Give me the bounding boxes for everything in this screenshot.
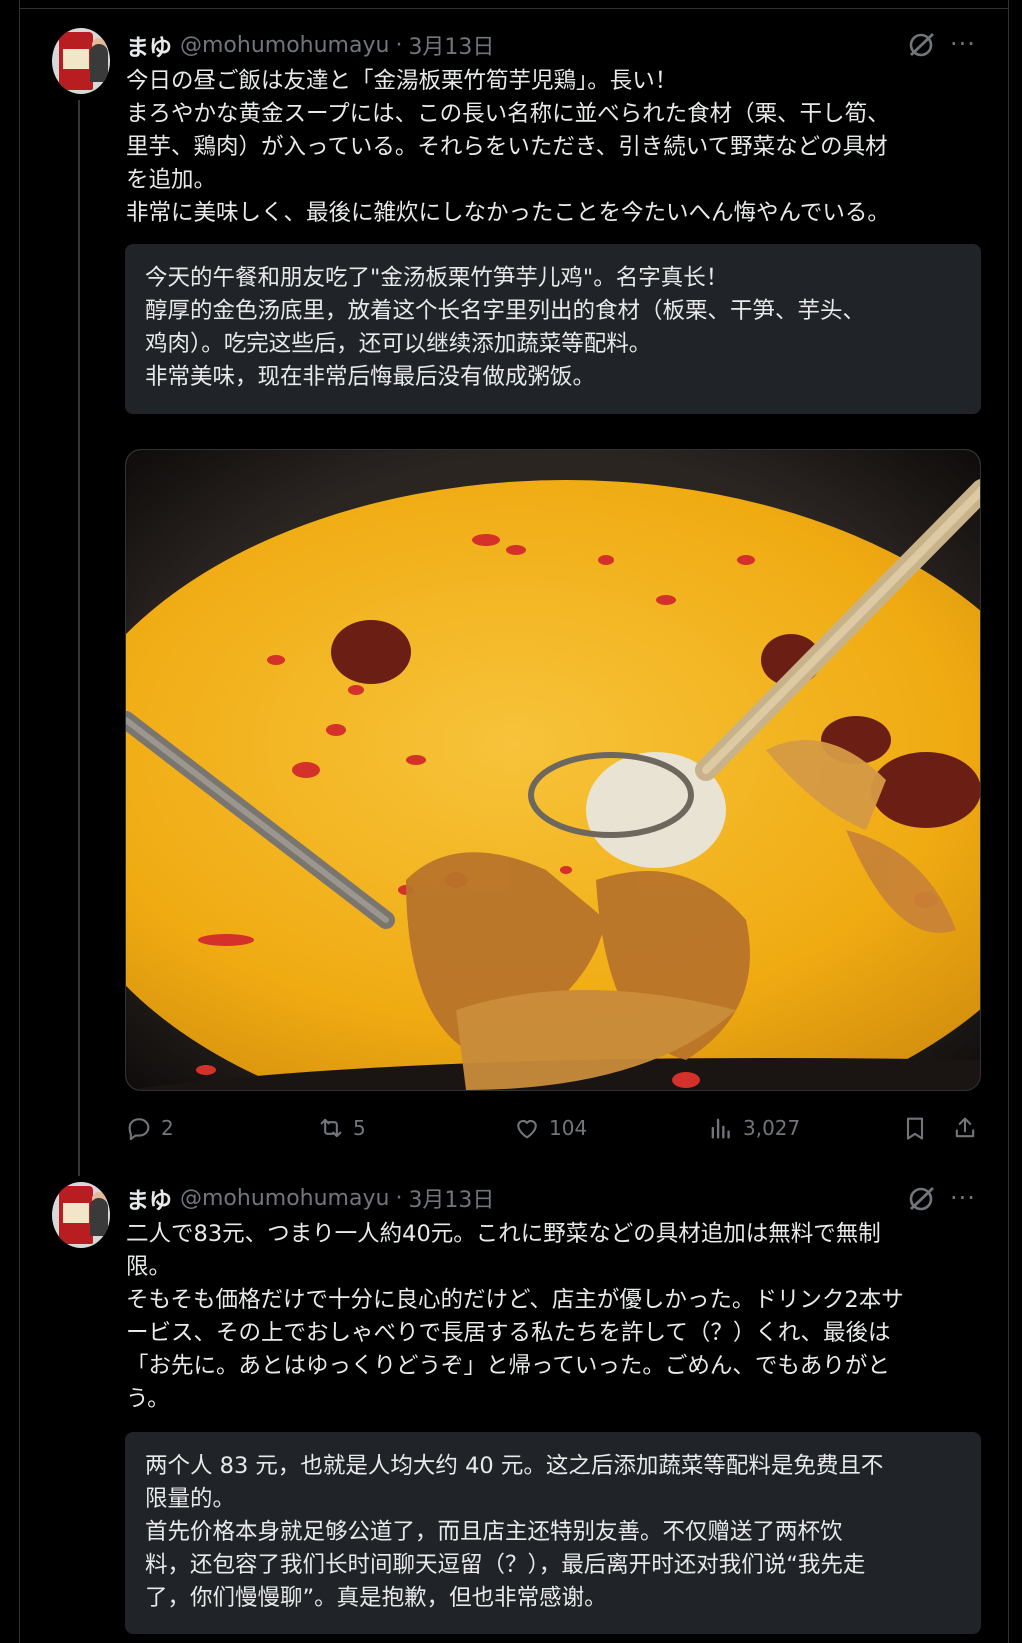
views-button[interactable]: 3,027 [707,1110,800,1146]
separator-dot: · [395,32,403,58]
post-date[interactable]: 3月13日 [408,29,494,61]
repost-button[interactable]: 5 [317,1110,366,1146]
golden-soup-hotpot-photo-icon [126,450,980,1090]
translation-box: 两个人 83 元，也就是人均大约 40 元。这之后添加蔬菜等配料是免费且不 限量… [125,1432,981,1634]
author-handle[interactable]: @mohumohumayu [180,1186,389,1211]
reply-icon [128,1118,150,1141]
author-handle[interactable]: @mohumohumayu [180,33,389,58]
reply-count: 2 [161,1116,174,1140]
author-name[interactable]: まゆ [126,28,172,62]
post-header: まゆ @mohumohumayu · 3月13日 [126,1181,494,1215]
post-text: 二人で83元、つまり一人約40元。これに野菜などの具材追加は無料で無制 限。 そ… [126,1221,904,1412]
heart-icon [517,1119,537,1139]
author-name[interactable]: まゆ [126,1181,172,1215]
separator-dot: · [395,1185,403,1211]
post-text: 今日の昼ご飯は友達と「金湯板栗竹筍芋児鶏」。長い！ まろやかな黄金スープには、こ… [126,68,890,226]
divider [19,8,1009,9]
thread-connector-line [78,100,80,1176]
post-image[interactable] [125,449,981,1091]
bookmark-icon [906,1117,924,1140]
more-options-icon[interactable]: ··· [950,1186,976,1210]
bookmark-button[interactable] [901,1110,937,1146]
view-count: 3,027 [743,1116,801,1140]
share-button[interactable] [951,1110,987,1146]
share-icon [955,1117,975,1138]
translation-box: 今天的午餐和朋友吃了"金汤板栗竹笋芋儿鸡"。名字真长！ 醇厚的金色汤底里，放着这… [125,244,981,414]
repost-icon [320,1118,342,1138]
post-date[interactable]: 3月13日 [408,1182,494,1214]
grok-icon[interactable] [907,1185,935,1213]
more-options-icon[interactable]: ··· [950,32,976,56]
post-header: まゆ @mohumohumayu · 3月13日 [126,28,494,62]
avatar[interactable] [52,28,110,94]
repost-count: 5 [353,1116,366,1140]
reply-button[interactable]: 2 [125,1110,174,1146]
like-button[interactable]: 104 [513,1110,587,1146]
avatar[interactable] [52,1182,110,1248]
views-chart-icon [711,1118,730,1139]
post-actions: 2 5 104 3,027 [125,1110,981,1146]
grok-icon[interactable] [907,31,935,59]
like-count: 104 [549,1116,588,1140]
